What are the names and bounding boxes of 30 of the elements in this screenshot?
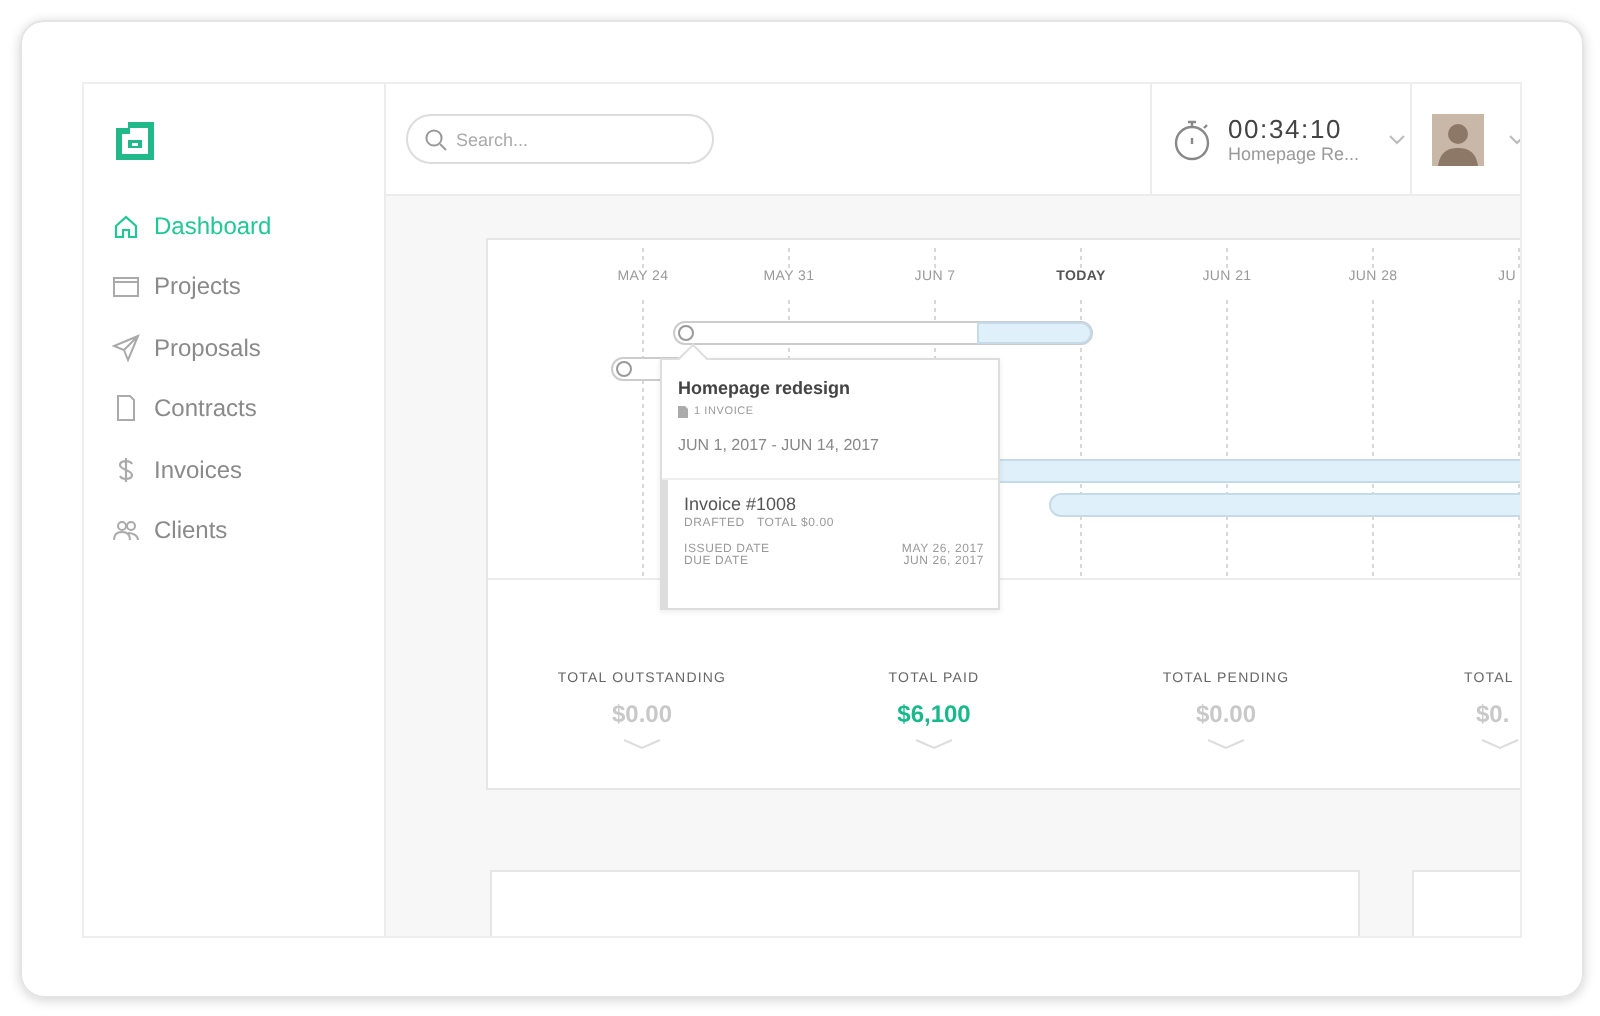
timer-time: 00:34:10 xyxy=(1228,114,1345,144)
avatar[interactable] xyxy=(1432,113,1484,165)
timer-project: Homepage Re... xyxy=(1228,144,1360,164)
invoice-number: Invoice #1008 xyxy=(684,494,799,514)
document-icon xyxy=(678,406,688,418)
sidebar-item[interactable]: Contracts xyxy=(112,389,384,428)
search-field[interactable]: Search... xyxy=(406,114,714,164)
document-icon xyxy=(112,394,140,423)
sidebar-item[interactable]: Clients xyxy=(112,511,384,550)
paper-plane-icon xyxy=(112,333,140,362)
chevron-down-icon[interactable] xyxy=(622,738,662,750)
stopwatch-icon[interactable] xyxy=(1172,117,1212,161)
chevron-down-icon[interactable] xyxy=(1387,133,1406,145)
chevron-down-icon[interactable] xyxy=(1206,738,1246,750)
total-amount: $6,100 xyxy=(897,700,971,728)
project-title: Homepage redesign xyxy=(678,378,853,398)
search-icon xyxy=(424,127,448,151)
home-icon xyxy=(112,211,140,240)
logo-icon xyxy=(112,118,158,164)
sidebar-item[interactable]: Projects xyxy=(112,267,384,306)
chevron-down-icon[interactable] xyxy=(1480,738,1520,750)
timeline-bar[interactable] xyxy=(673,321,1093,345)
people-icon xyxy=(112,516,140,545)
timeline-bar[interactable] xyxy=(1049,493,1520,517)
sidebar-item[interactable]: Dashboard xyxy=(112,206,384,245)
date-range: JUN 1, 2017 - JUN 14, 2017 xyxy=(678,436,881,454)
folder-icon xyxy=(112,272,140,301)
chevron-down-icon[interactable] xyxy=(914,738,954,750)
sidebar-item[interactable]: Proposals xyxy=(112,328,384,367)
sidebar-item[interactable]: Invoices xyxy=(112,450,384,489)
